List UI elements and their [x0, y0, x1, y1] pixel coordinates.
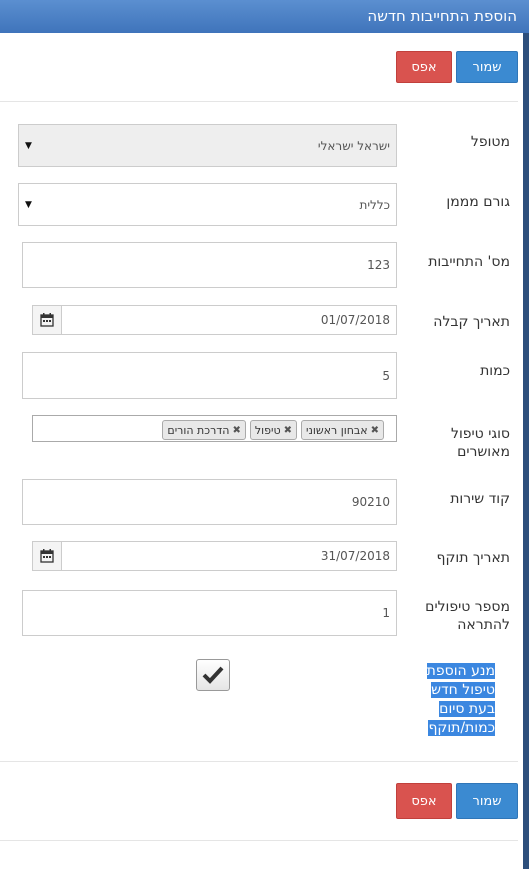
chevron-down-icon: ▼ — [25, 140, 32, 151]
calendar-icon[interactable] — [33, 306, 62, 334]
quantity-label: כמות — [480, 363, 510, 379]
patient-label: מטופל — [470, 134, 510, 150]
alert-treatments-label: מספר טיפולים להתראה — [425, 599, 510, 633]
receipt-date-input[interactable]: 01/07/2018 — [32, 305, 397, 335]
commitment-number-input[interactable]: 123 — [22, 242, 397, 288]
receipt-date-value: 01/07/2018 — [320, 313, 390, 327]
prevent-add-checkbox[interactable] — [196, 659, 230, 691]
dialog-title: הוספת התחייבות חדשה — [367, 7, 517, 25]
divider — [0, 840, 518, 841]
tag-chip: הדרכת הורים ✖ — [162, 420, 246, 440]
service-code-input[interactable]: 90210 — [22, 479, 397, 525]
service-code-label: קוד שירות — [450, 491, 510, 507]
funder-label: גורם מממן — [446, 194, 510, 210]
chevron-down-icon: ▼ — [25, 199, 32, 210]
funder-value: כללית — [359, 197, 390, 212]
expiry-date-input[interactable]: 31/07/2018 — [32, 541, 397, 571]
divider — [0, 761, 518, 762]
save-button[interactable]: שמור — [456, 51, 518, 83]
treatment-types-label: סוגי טיפול מאושרים — [451, 426, 510, 460]
calendar-icon[interactable] — [33, 542, 62, 570]
remove-tag-icon[interactable]: ✖ — [371, 425, 379, 436]
expiry-date-value: 31/07/2018 — [320, 549, 390, 563]
commitment-number-label: מס' התחייבות — [428, 254, 510, 270]
funder-select[interactable]: כללית ▼ — [18, 183, 397, 226]
prevent-add-label: מנע הוספת טיפול חדש בעת סיום כמות/תוקף — [426, 663, 495, 736]
checkmark-icon — [202, 666, 224, 684]
reset-button[interactable]: אפס — [396, 51, 452, 83]
patient-select[interactable]: ישראל ישראלי ▼ — [18, 124, 397, 167]
expiry-date-label: תאריך תוקף — [436, 550, 510, 566]
remove-tag-icon[interactable]: ✖ — [284, 425, 292, 436]
commitment-number-value: 123 — [367, 258, 390, 272]
quantity-value: 5 — [382, 368, 390, 383]
tag-chip: אבחון ראשוני ✖ — [301, 420, 384, 440]
quantity-input[interactable]: 5 — [22, 352, 397, 399]
receipt-date-label: תאריך קבלה — [433, 314, 510, 330]
footer-save-button[interactable]: שמור — [456, 783, 518, 819]
footer-reset-button[interactable]: אפס — [396, 783, 452, 819]
tag-chip: טיפול ✖ — [249, 420, 297, 440]
divider — [0, 101, 518, 102]
remove-tag-icon[interactable]: ✖ — [233, 425, 241, 436]
treatment-types-multiselect[interactable]: אבחון ראשוני ✖ טיפול ✖ הדרכת הורים ✖ — [32, 415, 397, 442]
service-code-value: 90210 — [351, 495, 390, 509]
scrollbar-track[interactable] — [523, 33, 529, 869]
alert-treatments-input[interactable]: 1 — [22, 590, 397, 636]
alert-treatments-value: 1 — [382, 606, 390, 620]
patient-value: ישראל ישראלי — [317, 138, 390, 153]
dialog-header: הוספת התחייבות חדשה — [0, 0, 529, 33]
